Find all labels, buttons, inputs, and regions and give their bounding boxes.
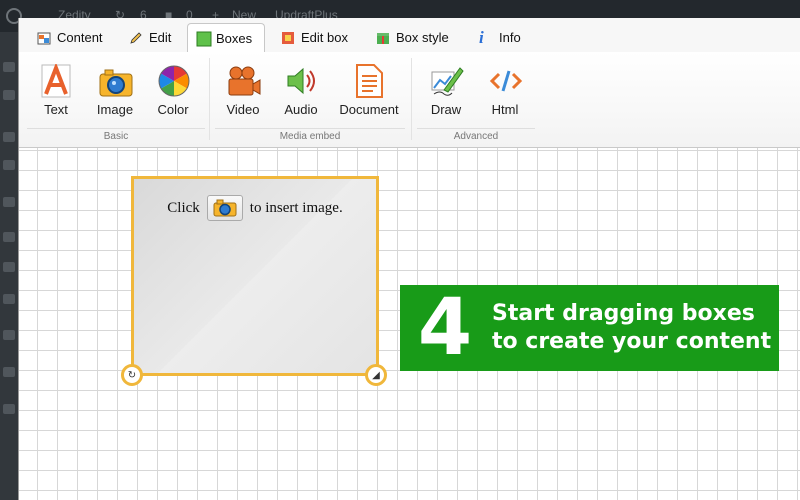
tab-bar: Content Edit Boxes Edit box Box style iI… bbox=[19, 18, 800, 53]
color-box-label: Color bbox=[157, 102, 189, 117]
group-separator bbox=[411, 58, 412, 140]
draw-box-button[interactable]: Draw bbox=[416, 64, 476, 117]
insert-image-text: to insert image. bbox=[249, 199, 343, 216]
media-group-divider bbox=[215, 128, 405, 129]
callout-message: Start dragging boxes to create your cont… bbox=[492, 300, 771, 356]
zedity-editor: Content Edit Boxes Edit box Box style iI… bbox=[18, 18, 800, 500]
step-number: 4 bbox=[417, 283, 473, 373]
audio-box-button[interactable]: Audio bbox=[271, 64, 331, 117]
tab-content-label: Content bbox=[57, 30, 103, 45]
video-box-button[interactable]: Video bbox=[213, 64, 273, 117]
tab-edit-box[interactable]: Edit box bbox=[273, 24, 356, 51]
image-box-button[interactable]: Image bbox=[85, 64, 145, 117]
image-box-label: Image bbox=[96, 102, 134, 117]
tab-box-style[interactable]: Box style bbox=[368, 24, 457, 51]
text-icon bbox=[40, 62, 72, 98]
media-embed-group-label: Media embed bbox=[279, 131, 341, 142]
pencil-icon bbox=[129, 31, 143, 45]
image-box[interactable]: Click to insert image. bbox=[131, 176, 379, 376]
callout-line-2: to create your content bbox=[492, 329, 772, 354]
boxes-icon bbox=[196, 31, 212, 47]
document-box-label: Document bbox=[339, 102, 399, 117]
callout-line-1: Start dragging boxes bbox=[492, 301, 755, 326]
tab-boxes[interactable]: Boxes bbox=[187, 23, 265, 53]
video-camera-icon bbox=[227, 64, 261, 98]
color-box-button[interactable]: Color bbox=[143, 64, 203, 117]
audio-box-label: Audio bbox=[284, 102, 318, 117]
video-box-label: Video bbox=[226, 102, 260, 117]
rotate-handle[interactable]: ↻ bbox=[121, 364, 143, 386]
text-box-label: Text bbox=[44, 102, 68, 117]
image-box-placeholder: Click to insert image. bbox=[134, 195, 376, 221]
tab-content[interactable]: Content bbox=[29, 24, 111, 51]
box-style-icon bbox=[376, 31, 390, 45]
tab-box-style-label: Box style bbox=[396, 30, 449, 45]
text-box-button[interactable]: Text bbox=[26, 62, 86, 117]
document-box-button[interactable]: Document bbox=[337, 64, 401, 117]
camera-icon bbox=[213, 199, 237, 217]
content-icon bbox=[37, 31, 51, 45]
resize-handle[interactable]: ◢ bbox=[365, 364, 387, 386]
resize-icon: ◢ bbox=[372, 369, 380, 381]
rotate-icon: ↻ bbox=[127, 369, 137, 381]
wp-admin-sidebar bbox=[0, 32, 18, 500]
insert-image-button[interactable] bbox=[206, 195, 243, 221]
tab-info[interactable]: i Info bbox=[471, 24, 529, 51]
tab-edit-box-label: Edit box bbox=[301, 30, 348, 45]
document-icon bbox=[353, 64, 385, 98]
color-wheel-icon bbox=[157, 64, 190, 98]
click-text: Click bbox=[167, 199, 200, 216]
tab-edit[interactable]: Edit bbox=[121, 24, 179, 51]
tab-boxes-label: Boxes bbox=[216, 30, 253, 46]
basic-group-divider bbox=[27, 128, 205, 129]
group-separator bbox=[209, 58, 210, 140]
draw-box-label: Draw bbox=[430, 102, 462, 117]
basic-group-label: Basic bbox=[103, 131, 129, 142]
advanced-group-label: Advanced bbox=[453, 131, 499, 142]
html-box-button[interactable]: Html bbox=[475, 64, 535, 117]
tab-edit-label: Edit bbox=[149, 30, 172, 45]
advanced-group-divider bbox=[417, 128, 535, 129]
draw-icon bbox=[430, 64, 464, 98]
info-icon: i bbox=[479, 27, 484, 47]
html-box-label: Html bbox=[491, 102, 519, 117]
tutorial-callout: 4 Start dragging boxes to create your co… bbox=[400, 285, 779, 371]
camera-icon bbox=[99, 64, 133, 98]
tab-info-label: Info bbox=[499, 30, 521, 45]
edit-box-icon bbox=[281, 31, 295, 45]
html-code-icon bbox=[489, 64, 523, 98]
ribbon-toolbar: Text Image Color Basic Video Audio Docum… bbox=[19, 52, 800, 148]
speaker-icon bbox=[285, 64, 317, 98]
